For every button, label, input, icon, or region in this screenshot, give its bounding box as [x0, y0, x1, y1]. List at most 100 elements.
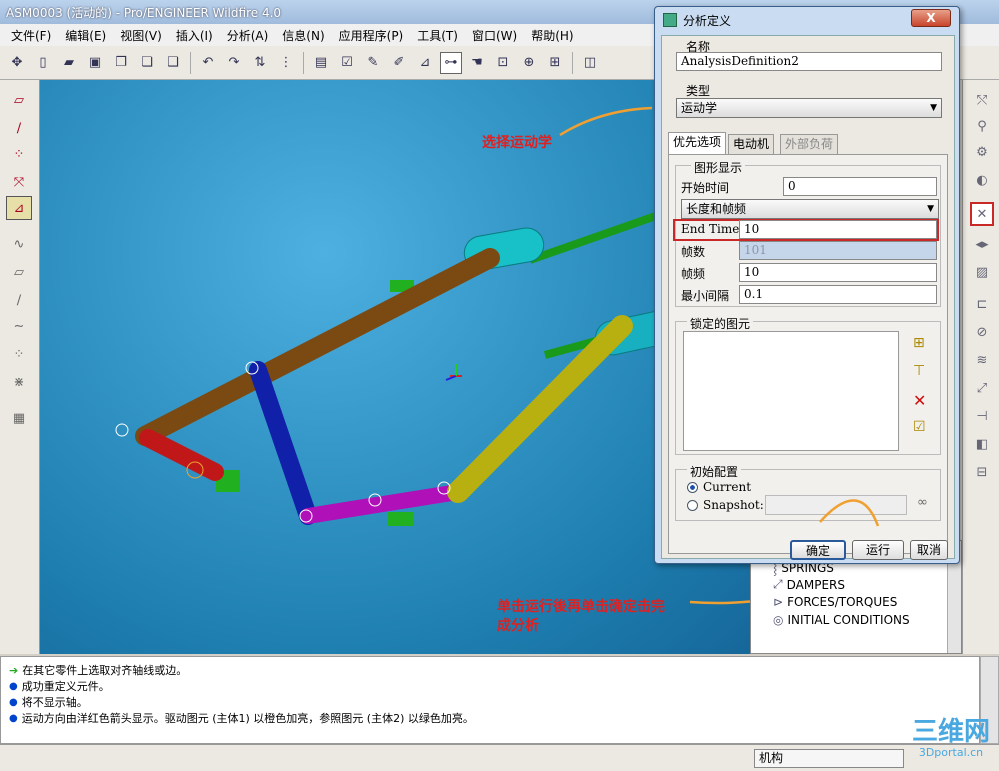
menu-applications[interactable]: 应用程序(P) — [332, 25, 411, 46]
menu-info[interactable]: 信息(N) — [275, 25, 331, 46]
spin-center-display-icon[interactable]: ⊿ — [6, 196, 32, 220]
regenerate-icon[interactable]: ⇅ — [249, 52, 271, 74]
radio-current[interactable] — [687, 482, 698, 493]
playback-icon[interactable]: ▨ — [970, 260, 994, 284]
drag-icon[interactable]: ⤲ — [970, 88, 994, 112]
mechanism-icon[interactable]: ⊶ — [440, 51, 462, 74]
mass-icon[interactable]: ◧ — [970, 432, 994, 456]
gear-icon[interactable]: ⚙ — [970, 140, 994, 164]
mechanism-analysis-icon[interactable]: ✕ — [970, 202, 994, 226]
axis-tool-icon[interactable]: ∕ — [6, 288, 32, 312]
tab-external-loads[interactable]: 外部负荷 — [780, 134, 839, 154]
analysis-icon[interactable]: ⊿ — [414, 52, 436, 74]
delete-icon[interactable]: ✕ — [913, 391, 935, 413]
window-icon[interactable]: ▤ — [310, 52, 332, 74]
menu-view[interactable]: 视图(V) — [113, 25, 169, 46]
frames-input[interactable]: 101 — [739, 241, 937, 260]
copy-icon[interactable]: ❐ — [110, 52, 132, 74]
connect-icon[interactable]: ⚲ — [970, 114, 994, 138]
frame-rate-input[interactable]: 10 — [739, 263, 937, 282]
damper-icon: ⤢ — [773, 577, 783, 591]
open-folder-icon[interactable]: ▰ — [58, 52, 80, 74]
tab-motors[interactable]: 电动机 — [728, 134, 775, 154]
menu-help[interactable]: 帮助(H) — [524, 25, 580, 46]
radio-current-label: Current — [703, 480, 752, 494]
pick-icon[interactable]: ✥ — [6, 52, 28, 74]
paste-special-icon[interactable]: ❑ — [162, 52, 184, 74]
tree-item-dampers[interactable]: ⤢ DAMPERS — [773, 577, 845, 592]
end-time-label: End Time — [681, 222, 740, 236]
sketch-tool-icon[interactable]: ∿ — [6, 232, 32, 256]
joint-marker — [115, 423, 129, 437]
cam-icon[interactable]: ◐ — [970, 168, 994, 192]
site-logo: 三维网 3Dportal.cn — [911, 717, 990, 759]
tab-preferences[interactable]: 优先选项 — [668, 132, 727, 154]
graphics-viewport[interactable] — [40, 80, 881, 654]
left-toolbar: ▱ ∕ ⁘ ⤧ ⊿ ∿ ▱ ∕ ∼ ⁘ ⋇ ▦ — [0, 80, 40, 654]
graphic-display-label: 图形显示 — [691, 159, 746, 176]
motor-icon[interactable]: ⊣ — [970, 404, 994, 428]
find-icon[interactable]: ⋮ — [275, 52, 297, 74]
initial-config-label: 初始配置 — [687, 463, 742, 480]
plane-tool-icon[interactable]: ▱ — [6, 260, 32, 284]
menu-file[interactable]: 文件(F) — [4, 25, 58, 46]
tree-item-initial-conditions[interactable]: ◎ INITIAL CONDITIONS — [773, 613, 910, 627]
display-mode-select[interactable]: 长度和帧频 ▼ — [681, 199, 939, 219]
save-icon[interactable]: ▣ — [84, 52, 106, 74]
view-options-icon[interactable]: ⊞ — [544, 52, 566, 74]
axis-display-icon[interactable]: ∕ — [6, 116, 32, 140]
point-display-icon[interactable]: ⁘ — [6, 142, 32, 166]
close-button[interactable]: X — [911, 9, 951, 27]
measure-icon[interactable]: ⊏ — [970, 292, 994, 316]
curve-tool-icon[interactable]: ∼ — [6, 314, 32, 338]
new-file-icon[interactable]: ▯ — [32, 52, 54, 74]
lock-body-icon[interactable]: ⊞ — [913, 335, 935, 357]
arrows-icon[interactable]: ◂▸ — [970, 232, 994, 256]
undo-icon[interactable]: ↶ — [197, 52, 219, 74]
spin-center-icon[interactable]: ⊕ — [518, 52, 540, 74]
force-icon[interactable]: ⊘ — [970, 320, 994, 344]
mechanism-toolbar: ⤲ ⚲ ⚙ ◐ ✕ ◂▸ ▨ ⊏ ⊘ ≋ ⤢ ⊣ ◧ ⊟ — [962, 80, 999, 654]
cancel-button[interactable]: 取消 — [910, 540, 948, 560]
menu-tools[interactable]: 工具(T) — [410, 25, 465, 46]
start-time-label: 开始时间 — [681, 181, 730, 195]
edit-icon[interactable]: ✎ — [362, 52, 384, 74]
radio-snapshot[interactable] — [687, 500, 698, 511]
glasses-icon[interactable]: ∞ — [917, 495, 928, 510]
csys-tool-icon[interactable]: ⋇ — [6, 370, 32, 394]
lock-connection-icon[interactable]: ⊤ — [913, 363, 935, 385]
min-interval-input[interactable]: 0.1 — [739, 285, 937, 304]
menu-analysis[interactable]: 分析(A) — [220, 25, 276, 46]
hand-icon[interactable]: ☚ — [466, 52, 488, 74]
name-input[interactable]: AnalysisDefinition2 — [676, 52, 942, 71]
start-time-input[interactable]: 0 — [783, 177, 937, 196]
mode-field[interactable]: 机构 — [754, 749, 904, 768]
menu-insert[interactable]: 插入(I) — [169, 25, 220, 46]
analysis-definition-dialog: 分析定义 X 名称 AnalysisDefinition2 类型 运动学 ▼ 优… — [654, 6, 960, 564]
spring-icon[interactable]: ≋ — [970, 348, 994, 372]
mechanism-model — [115, 106, 881, 605]
table-tool-icon[interactable]: ▦ — [6, 406, 32, 430]
dialog-title: 分析定义 — [683, 13, 732, 28]
type-select[interactable]: 运动学 ▼ — [676, 98, 942, 118]
menu-window[interactable]: 窗口(W) — [465, 25, 524, 46]
end-time-input[interactable]: 10 — [739, 220, 937, 239]
menu-edit[interactable]: 编辑(E) — [58, 25, 113, 46]
misc-icon[interactable]: ⊟ — [970, 460, 994, 484]
sketch-icon[interactable]: ✐ — [388, 52, 410, 74]
paste-icon[interactable]: ❏ — [136, 52, 158, 74]
redo-icon[interactable]: ↷ — [223, 52, 245, 74]
enable-icon[interactable]: ☑ — [913, 419, 935, 441]
message-line: ➔ 在其它零件上选取对齐轴线或边。 — [9, 664, 188, 677]
zoom-icon[interactable]: ⊡ — [492, 52, 514, 74]
cube-icon[interactable]: ◫ — [579, 52, 601, 74]
message-area: ➔ 在其它零件上选取对齐轴线或边。 ● 成功重定义元件。 ● 将不显示轴。 ● 运动方向… — [0, 656, 980, 744]
point-tool-icon[interactable]: ⁘ — [6, 342, 32, 366]
dropdown-arrow-icon: ▼ — [927, 204, 934, 214]
plane-display-icon[interactable]: ▱ — [6, 88, 32, 112]
tree-item-forces[interactable]: ⊳ FORCES/TORQUES — [773, 595, 897, 609]
checkbox-icon[interactable]: ☑ — [336, 52, 358, 74]
locked-entities-list[interactable] — [683, 331, 899, 451]
csys-display-icon[interactable]: ⤧ — [6, 170, 32, 194]
damper-icon[interactable]: ⤢ — [970, 376, 994, 400]
